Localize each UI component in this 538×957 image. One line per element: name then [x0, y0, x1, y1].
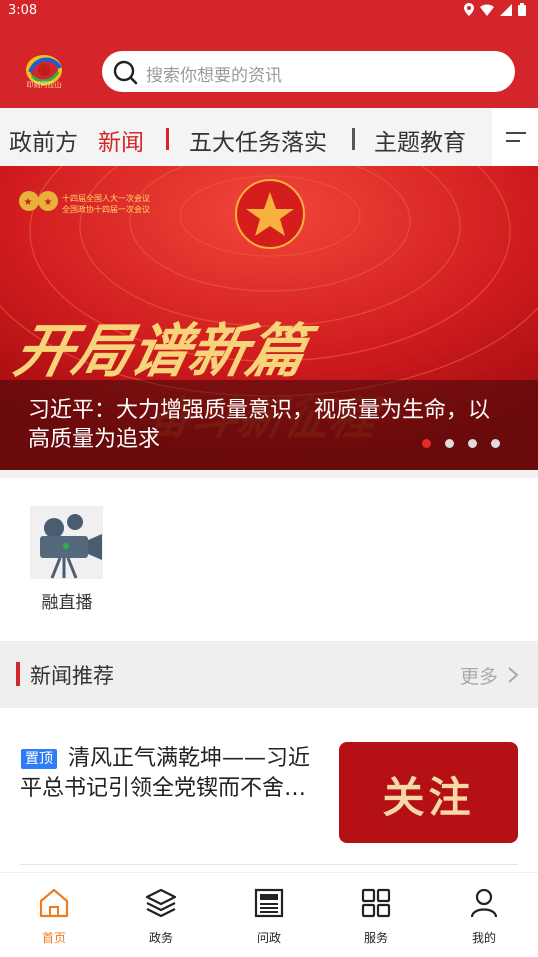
carousel-dot[interactable]: [445, 439, 454, 448]
menu-icon-line-top: [506, 132, 526, 134]
svg-text:★: ★: [44, 197, 53, 208]
news-thumbnail-text: 关注: [382, 773, 475, 822]
status-bar: 3:08: [0, 0, 538, 24]
user-icon: [470, 888, 498, 918]
app-header: 3:08 印刻阿拉山 搜索你想要的资讯: [0, 0, 538, 108]
logo-text: 印刻阿拉山: [26, 81, 62, 89]
nav-label: 服务: [363, 931, 388, 945]
banner-carousel[interactable]: ★ ★ 开局谱新篇 奋斗新征程 十四届全国人大一次会议 全国政协十四届一次会议 …: [0, 166, 538, 470]
section-title: 新闻推荐: [30, 664, 114, 688]
news-recommend-header: 新闻推荐 更多: [0, 641, 538, 708]
chevron-right-icon[interactable]: [506, 665, 520, 685]
carousel-dot[interactable]: [422, 439, 431, 448]
nav-label: 问政: [256, 931, 281, 945]
status-icons: [464, 3, 526, 16]
banner-top-label: 十四届全国人大一次会议 全国政协十四届一次会议: [62, 193, 150, 215]
news-title[interactable]: 清风正气满乾坤——习近平总书记引领全党锲而不舍…: [20, 744, 326, 804]
nav-label: 我的: [471, 931, 496, 945]
news-list-item[interactable]: 清风正气满乾坤——习近平总书记引领全党锲而不舍… 置顶 关注: [0, 708, 538, 868]
search-placeholder: 搜索你想要的资讯: [146, 66, 282, 86]
carousel-dots: [422, 439, 500, 448]
nav-profile[interactable]: 我的: [430, 873, 538, 957]
grid-icon: [361, 888, 391, 918]
nav-label: 首页: [41, 931, 66, 945]
search-bar[interactable]: 搜索你想要的资讯: [102, 51, 515, 92]
tab-separator: [352, 128, 355, 150]
carousel-dot[interactable]: [491, 439, 500, 448]
location-icon: [464, 3, 474, 16]
newspaper-icon: [254, 888, 284, 918]
camera-icon: [30, 506, 103, 579]
tab-news[interactable]: 新闻: [98, 123, 144, 157]
tab-zhengqianfang[interactable]: 政前方: [9, 123, 78, 157]
status-time: 3:08: [8, 3, 38, 18]
tab-active-marker: [166, 128, 169, 150]
nav-home[interactable]: 首页: [0, 873, 108, 957]
section-accent-bar: [16, 662, 20, 686]
nav-inquiry[interactable]: 问政: [215, 873, 323, 957]
banner-top-label-line1: 十四届全国人大一次会议: [62, 194, 150, 203]
svg-text:★: ★: [24, 197, 33, 208]
home-icon: [39, 888, 69, 918]
news-thumbnail[interactable]: 关注: [339, 742, 518, 843]
banner-headline-art: 开局谱新篇: [8, 317, 322, 385]
carousel-dot[interactable]: [468, 439, 477, 448]
nav-label: 政务: [148, 931, 173, 945]
category-tabs: 政前方 新闻 五大任务落实 主题教育: [0, 108, 538, 166]
layers-icon: [145, 888, 177, 918]
live-shortcut[interactable]: [30, 506, 103, 579]
nav-services[interactable]: 服务: [322, 873, 430, 957]
signal-icon: [500, 3, 512, 16]
list-divider: [20, 864, 518, 865]
banner-top-label-line2: 全国政协十四届一次会议: [62, 205, 150, 214]
section-divider: [0, 470, 538, 478]
bottom-navigation: 首页 政务 问政 服务 我的: [0, 872, 538, 956]
battery-icon: [518, 3, 526, 16]
pinned-badge: 置顶: [21, 749, 57, 769]
wifi-icon: [480, 3, 494, 16]
live-shortcut-label[interactable]: 融直播: [20, 588, 114, 613]
tab-five-tasks[interactable]: 五大任务落实: [189, 123, 327, 157]
tab-menu-button[interactable]: [492, 108, 538, 166]
tab-theme-education[interactable]: 主题教育: [374, 123, 466, 157]
more-link[interactable]: 更多: [460, 662, 498, 689]
search-icon: [113, 60, 138, 85]
nav-government[interactable]: 政务: [107, 873, 215, 957]
menu-icon-line-bottom: [506, 140, 520, 142]
